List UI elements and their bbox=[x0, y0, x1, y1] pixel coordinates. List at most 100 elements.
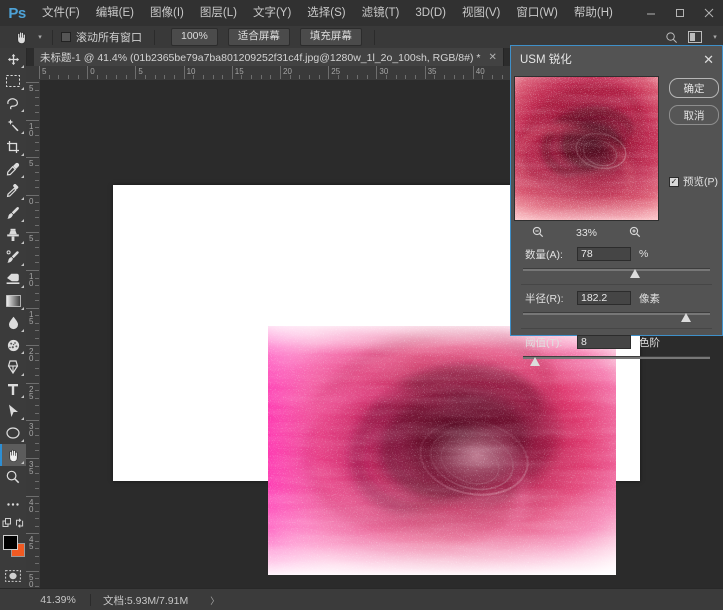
zoom-100-button[interactable]: 100% bbox=[171, 28, 218, 46]
close-icon[interactable]: ✕ bbox=[488, 52, 496, 63]
type-tool[interactable] bbox=[0, 378, 26, 400]
amount-label: 数量(A): bbox=[525, 248, 563, 261]
ruler-minor-tick bbox=[106, 75, 108, 79]
menu-type[interactable]: 文字(Y) bbox=[245, 0, 299, 26]
pen-tool[interactable] bbox=[0, 356, 26, 378]
tool-flyout-indicator bbox=[21, 307, 24, 310]
vertical-ruler[interactable]: 5 10 5 0 5 10 15 20 25 30 35 40 45 50 bbox=[26, 80, 41, 588]
dialog-title-bar[interactable]: USM 锐化 ✕ bbox=[511, 46, 722, 72]
menu-3d[interactable]: 3D(D) bbox=[407, 0, 454, 26]
zoom-in-icon[interactable] bbox=[629, 226, 641, 241]
ruler-minor-tick bbox=[35, 285, 39, 287]
clone-stamp-tool[interactable] bbox=[0, 224, 26, 246]
ruler-minor-tick bbox=[35, 179, 39, 181]
ruler-minor-tick bbox=[212, 75, 214, 79]
close-icon[interactable]: ✕ bbox=[703, 53, 714, 66]
slider-thumb[interactable] bbox=[530, 357, 541, 366]
tool-preset-caret-icon[interactable]: ▾ bbox=[34, 26, 46, 48]
ruler-minor-tick bbox=[35, 104, 39, 106]
workspace-switcher-icon[interactable] bbox=[685, 27, 705, 47]
ruler-minor-tick bbox=[260, 75, 262, 79]
status-bar: 41.39% 文档:5.93M/7.91M 〉 bbox=[26, 588, 723, 610]
ruler-major-tick bbox=[87, 66, 89, 79]
path-selection-tool[interactable] bbox=[0, 400, 26, 422]
document-tab[interactable]: 未标题-1 @ 41.4% (01b2365be79a7ba801209252f… bbox=[34, 48, 504, 66]
scroll-all-windows-checkbox[interactable]: 滚动所有窗口 bbox=[61, 29, 142, 45]
minimize-button[interactable] bbox=[636, 0, 665, 26]
cancel-button[interactable]: 取消 bbox=[669, 105, 719, 125]
zoom-level[interactable]: 41.39% bbox=[26, 594, 90, 606]
blur-tool[interactable] bbox=[0, 312, 26, 334]
brush-tool[interactable] bbox=[0, 202, 26, 224]
options-separator-3 bbox=[373, 29, 375, 45]
preview-checkbox[interactable]: ✓ 预览(P) bbox=[669, 174, 718, 189]
marquee-tool[interactable] bbox=[0, 70, 26, 92]
healing-brush-tool[interactable] bbox=[0, 180, 26, 202]
amount-slider[interactable] bbox=[511, 265, 722, 281]
menu-layer[interactable]: 图层(L) bbox=[192, 0, 245, 26]
ruler-minor-tick bbox=[35, 360, 39, 362]
hand-tool[interactable] bbox=[0, 444, 26, 466]
search-icon[interactable] bbox=[661, 27, 681, 47]
ruler-minor-tick bbox=[35, 405, 39, 407]
eraser-tool[interactable] bbox=[0, 268, 26, 290]
lasso-tool[interactable] bbox=[0, 92, 26, 114]
dialog-preview-thumbnail[interactable] bbox=[514, 76, 659, 221]
menu-filter[interactable]: 滤镜(T) bbox=[354, 0, 408, 26]
ruler-minor-tick bbox=[154, 75, 156, 79]
ruler-minor-tick bbox=[35, 292, 39, 294]
menu-window[interactable]: 窗口(W) bbox=[508, 0, 566, 26]
ruler-major-tick bbox=[26, 232, 39, 234]
ruler-minor-tick bbox=[35, 262, 39, 264]
ruler-label: 5 bbox=[29, 234, 34, 244]
ruler-minor-tick bbox=[35, 164, 39, 166]
menu-view[interactable]: 视图(V) bbox=[454, 0, 508, 26]
quick-selection-tool[interactable] bbox=[0, 114, 26, 136]
hand-icon[interactable] bbox=[8, 26, 34, 48]
menu-help[interactable]: 帮助(H) bbox=[566, 0, 621, 26]
quick-mask-icon[interactable] bbox=[0, 565, 26, 587]
ruler-minor-tick bbox=[58, 75, 60, 79]
move-tool[interactable] bbox=[0, 48, 26, 70]
threshold-input[interactable]: 8 bbox=[577, 335, 631, 349]
foreground-color-swatch[interactable] bbox=[3, 535, 18, 550]
fill-screen-button[interactable]: 填充屏幕 bbox=[299, 28, 362, 46]
color-swatches[interactable] bbox=[0, 533, 26, 561]
dodge-tool[interactable] bbox=[0, 334, 26, 356]
zoom-tool[interactable] bbox=[0, 466, 26, 488]
eyedropper-tool[interactable] bbox=[0, 158, 26, 180]
ruler-minor-tick bbox=[453, 75, 455, 79]
status-bar-corner bbox=[0, 588, 26, 610]
close-button[interactable] bbox=[694, 0, 723, 26]
edit-toolbar-button[interactable] bbox=[0, 493, 26, 515]
radius-slider[interactable] bbox=[511, 309, 722, 325]
menu-select[interactable]: 选择(S) bbox=[299, 0, 353, 26]
tool-flyout-indicator bbox=[21, 395, 24, 398]
ruler-major-tick bbox=[231, 66, 233, 79]
tool-flyout-indicator bbox=[21, 439, 24, 442]
ruler-minor-tick bbox=[482, 75, 484, 79]
radius-input[interactable]: 182.2 bbox=[577, 291, 631, 305]
threshold-slider[interactable] bbox=[511, 353, 722, 369]
menu-image[interactable]: 图像(I) bbox=[142, 0, 192, 26]
zoom-out-icon[interactable] bbox=[532, 226, 544, 241]
history-brush-tool[interactable] bbox=[0, 246, 26, 268]
crop-tool[interactable] bbox=[0, 136, 26, 158]
amount-input[interactable]: 78 bbox=[577, 247, 631, 261]
menu-file[interactable]: 文件(F) bbox=[34, 0, 88, 26]
slider-thumb[interactable] bbox=[681, 313, 692, 322]
gradient-tool[interactable] bbox=[0, 290, 26, 312]
radius-unit: 像素 bbox=[639, 292, 660, 305]
shape-tool[interactable] bbox=[0, 422, 26, 444]
maximize-button[interactable] bbox=[665, 0, 694, 26]
slider-thumb[interactable] bbox=[629, 269, 641, 278]
menu-edit[interactable]: 编辑(E) bbox=[88, 0, 142, 26]
fit-screen-button[interactable]: 适合屏幕 bbox=[227, 28, 290, 46]
ruler-minor-tick bbox=[193, 75, 195, 79]
ruler-major-tick bbox=[26, 194, 39, 196]
ok-button[interactable]: 确定 bbox=[669, 78, 719, 98]
status-expand-arrow-icon[interactable]: 〉 bbox=[210, 594, 219, 607]
toolbox bbox=[0, 48, 27, 607]
ruler-minor-tick bbox=[357, 75, 359, 79]
radius-field-row: 半径(R): 182.2 像素 bbox=[511, 288, 722, 308]
